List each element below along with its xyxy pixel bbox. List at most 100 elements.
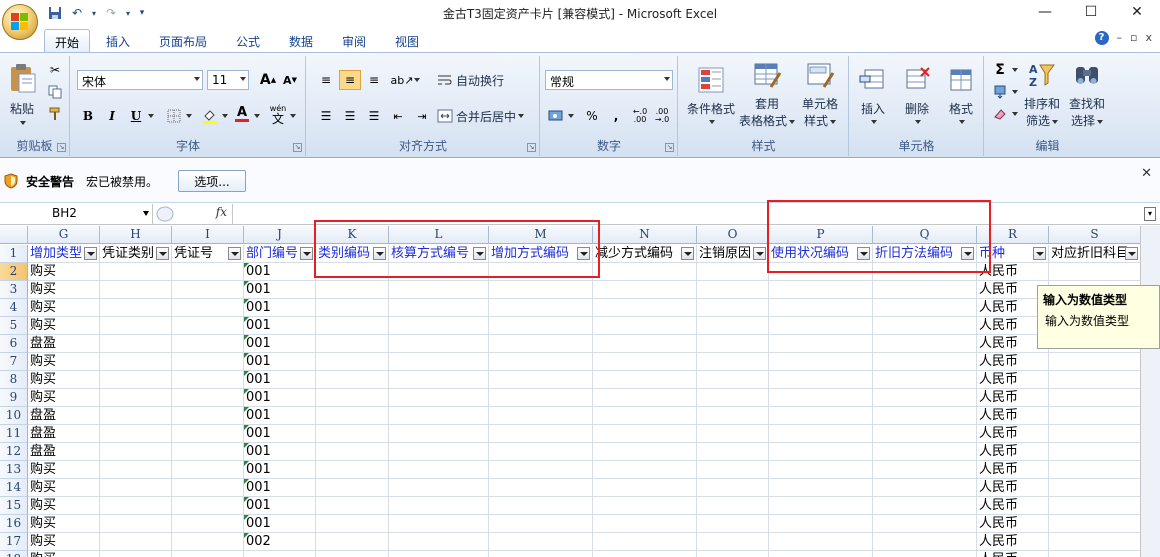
table-cell[interactable] — [172, 263, 244, 281]
filter-dropdown-icon[interactable] — [961, 247, 974, 260]
table-cell[interactable] — [593, 317, 697, 335]
number-launcher-icon[interactable]: ↘ — [665, 143, 674, 152]
table-cell[interactable]: 001 — [244, 461, 316, 479]
table-cell[interactable] — [316, 479, 389, 497]
formula-input[interactable] — [232, 204, 1140, 224]
table-cell[interactable] — [1049, 263, 1140, 281]
clear-dropdown-icon[interactable] — [1009, 104, 1019, 124]
fill-dropdown-icon[interactable] — [1009, 82, 1019, 102]
table-cell[interactable] — [873, 281, 977, 299]
table-cell[interactable] — [769, 263, 873, 281]
table-cell[interactable]: 盘盈 — [28, 425, 100, 443]
table-cell[interactable] — [100, 533, 172, 551]
table-cell[interactable] — [873, 371, 977, 389]
table-cell[interactable] — [100, 335, 172, 353]
table-cell[interactable] — [489, 443, 593, 461]
table-cell[interactable] — [489, 515, 593, 533]
table-cell[interactable]: 人民币 — [977, 353, 1049, 371]
table-cell[interactable] — [593, 389, 697, 407]
table-cell[interactable] — [389, 317, 489, 335]
table-cell[interactable] — [172, 515, 244, 533]
table-cell[interactable] — [172, 425, 244, 443]
header-cell-r[interactable]: 币种 — [977, 245, 1049, 263]
table-cell[interactable]: 盘盈 — [28, 443, 100, 461]
borders-dropdown-icon[interactable] — [183, 106, 193, 126]
bold-button[interactable]: B — [77, 106, 99, 126]
table-cell[interactable] — [489, 407, 593, 425]
table-cell[interactable] — [1049, 533, 1140, 551]
table-cell[interactable]: 购买 — [28, 299, 100, 317]
header-cell-j[interactable]: 部门编号 — [244, 245, 316, 263]
row-header[interactable]: 11 — [0, 425, 28, 443]
table-cell[interactable] — [489, 389, 593, 407]
table-cell[interactable] — [489, 335, 593, 353]
table-cell[interactable] — [172, 335, 244, 353]
table-cell[interactable] — [769, 281, 873, 299]
table-cell[interactable] — [593, 263, 697, 281]
table-cell[interactable] — [172, 281, 244, 299]
table-cell[interactable] — [316, 443, 389, 461]
table-cell[interactable] — [769, 371, 873, 389]
increase-decimal-icon[interactable]: ←.0.00 — [629, 106, 651, 126]
header-cell-q[interactable]: 折旧方法编码 — [873, 245, 977, 263]
header-cell-s[interactable]: 对应折旧科目 — [1049, 245, 1140, 263]
filter-dropdown-icon[interactable] — [373, 247, 386, 260]
font-color-button[interactable]: A — [231, 104, 253, 124]
table-cell[interactable] — [697, 407, 769, 425]
table-cell[interactable] — [697, 425, 769, 443]
comma-button[interactable]: , — [605, 106, 627, 126]
table-cell[interactable] — [873, 335, 977, 353]
table-cell[interactable]: 人民币 — [977, 479, 1049, 497]
table-cell[interactable] — [172, 497, 244, 515]
table-cell[interactable] — [316, 461, 389, 479]
row-header[interactable]: 9 — [0, 389, 28, 407]
table-cell[interactable]: 002 — [244, 533, 316, 551]
decrease-decimal-icon[interactable]: .00 →.0 — [651, 106, 673, 126]
table-cell[interactable] — [316, 533, 389, 551]
align-middle-icon[interactable]: ≡ — [339, 70, 361, 90]
table-cell[interactable] — [100, 299, 172, 317]
table-cell[interactable]: 001 — [244, 443, 316, 461]
table-cell[interactable] — [100, 407, 172, 425]
table-cell[interactable]: 人民币 — [977, 497, 1049, 515]
table-cell[interactable] — [489, 425, 593, 443]
table-cell[interactable] — [389, 389, 489, 407]
table-cell[interactable] — [873, 263, 977, 281]
table-cell[interactable] — [1049, 371, 1140, 389]
table-cell[interactable] — [769, 515, 873, 533]
row-header[interactable]: 12 — [0, 443, 28, 461]
table-cell[interactable]: 001 — [244, 515, 316, 533]
table-cell[interactable] — [389, 533, 489, 551]
help-icon[interactable]: ? — [1094, 31, 1109, 45]
align-top-icon[interactable]: ≡ — [315, 70, 337, 90]
table-cell[interactable] — [1049, 353, 1140, 371]
tab-formulas[interactable]: 公式 — [226, 29, 270, 52]
grow-font-button[interactable]: A ▲ — [257, 70, 279, 90]
table-cell[interactable] — [697, 299, 769, 317]
header-cell-k[interactable]: 类别编码 — [316, 245, 389, 263]
column-header-n[interactable]: N — [593, 226, 697, 244]
table-cell[interactable] — [172, 407, 244, 425]
table-cell[interactable] — [873, 515, 977, 533]
table-cell[interactable] — [100, 353, 172, 371]
table-cell[interactable] — [593, 479, 697, 497]
table-cell[interactable] — [873, 551, 977, 557]
row-header[interactable]: 3 — [0, 281, 28, 299]
table-cell[interactable]: 001 — [244, 263, 316, 281]
decrease-indent-icon[interactable]: ⇤ — [387, 106, 409, 126]
underline-dropdown-icon[interactable] — [145, 106, 155, 126]
table-cell[interactable] — [593, 443, 697, 461]
table-cell[interactable]: 001 — [244, 407, 316, 425]
table-cell[interactable] — [389, 353, 489, 371]
autosum-button[interactable]: Σ — [989, 60, 1011, 80]
table-cell[interactable] — [389, 551, 489, 557]
filter-dropdown-icon[interactable] — [577, 247, 590, 260]
font-size-select[interactable]: 11 — [207, 70, 249, 90]
column-header-m[interactable]: M — [489, 226, 593, 244]
vertical-scrollbar[interactable] — [1140, 226, 1160, 557]
table-cell[interactable] — [697, 317, 769, 335]
table-cell[interactable]: 001 — [244, 425, 316, 443]
column-header-s[interactable]: S — [1049, 226, 1140, 244]
table-cell[interactable] — [769, 551, 873, 557]
row-header[interactable]: 2 — [0, 263, 28, 281]
